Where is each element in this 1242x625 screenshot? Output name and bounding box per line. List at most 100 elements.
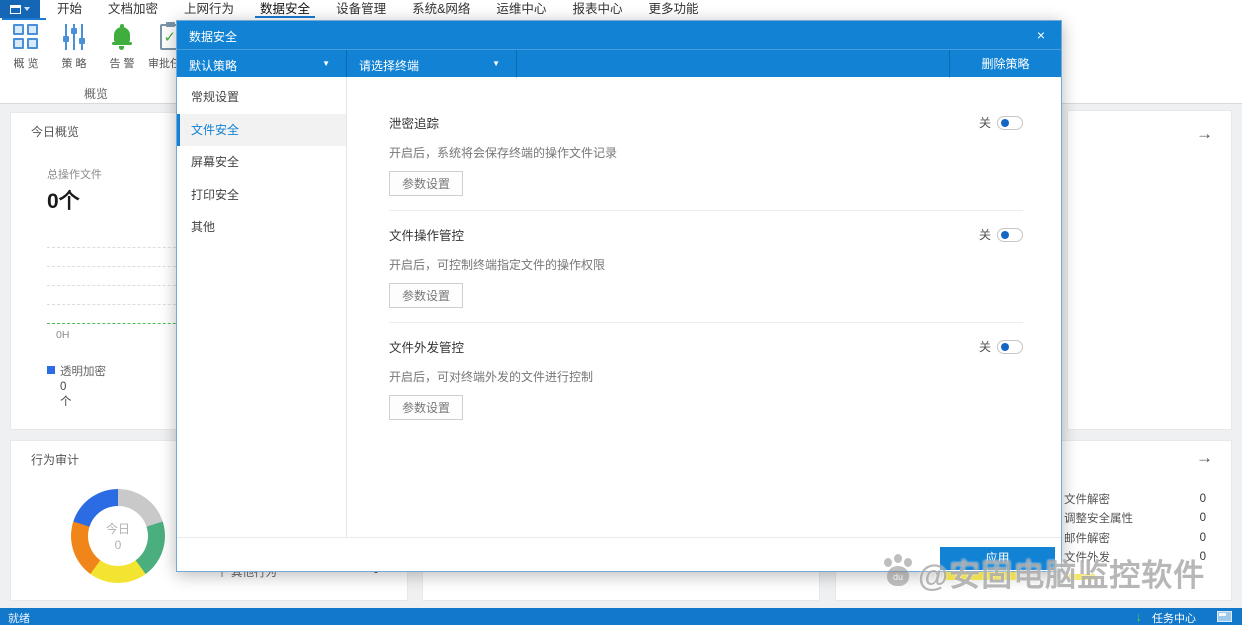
tool-label: 概 览	[13, 55, 38, 71]
close-icon[interactable]: ×	[1029, 24, 1053, 46]
arrow-right-icon[interactable]: →	[1196, 449, 1213, 466]
menu-item-web-behavior[interactable]: 上网行为	[171, 0, 247, 18]
toggle-knob	[1001, 343, 1009, 351]
right-top-card: →	[1067, 110, 1232, 430]
section-title: 文件操作管控	[389, 225, 464, 244]
apply-button[interactable]: 应用	[940, 547, 1055, 570]
chevron-down-icon	[24, 7, 30, 11]
status-bar: 就绪 ↓ 任务中心	[0, 608, 1242, 625]
tool-alert[interactable]: 告 警	[98, 22, 146, 71]
stat-value: 0	[1200, 493, 1206, 505]
section-description: 开启后，可控制终端指定文件的操作权限	[389, 256, 1023, 273]
stat-row: 文件外发 0	[1064, 548, 1206, 568]
donut-center: 今日 0	[88, 506, 148, 566]
stat-label: 文件外发	[1064, 549, 1110, 565]
tool-label: 策 略	[61, 55, 86, 71]
x-axis-label: 0H	[56, 329, 69, 341]
legend-swatch	[47, 366, 55, 374]
sidebar-item-print-security[interactable]: 打印安全	[177, 179, 346, 212]
param-settings-button[interactable]: 参数设置	[389, 171, 463, 196]
toggle-knob	[1001, 119, 1009, 127]
toggle-switch[interactable]	[997, 116, 1023, 130]
stats-list: 文件解密 0 调整安全属性 0 邮件解密 0 文件外发 0	[1064, 489, 1206, 567]
toggle-switch[interactable]	[997, 340, 1023, 354]
stat-row: 邮件解密 0	[1064, 528, 1206, 548]
menu-item-start[interactable]: 开始	[44, 0, 95, 18]
sidebar-item-file-security[interactable]: 文件安全	[177, 114, 346, 147]
dropdown-value: 默认策略	[189, 57, 237, 74]
section-title: 泄密追踪	[389, 113, 439, 132]
section-description: 开启后，可对终端外发的文件进行控制	[389, 368, 1023, 385]
sliders-icon	[62, 24, 86, 50]
param-settings-button[interactable]: 参数设置	[389, 395, 463, 420]
policy-dropdown[interactable]: 默认策略 ▼	[177, 50, 347, 78]
app-menu-button[interactable]	[0, 0, 40, 18]
file-outgoing-toggle[interactable]: 关	[979, 338, 1023, 355]
sidebar-item-general[interactable]: 常规设置	[177, 81, 346, 114]
stat-row: 文件解密 0	[1064, 489, 1206, 509]
menu-bar: 开始 文档加密 上网行为 数据安全 设备管理 系统&网络 运维中心 报表中心 更…	[0, 0, 1242, 18]
leak-tracking-toggle[interactable]: 关	[979, 114, 1023, 131]
task-center-button[interactable]: 任务中心	[1152, 610, 1196, 625]
dialog-sidebar: 常规设置 文件安全 屏幕安全 打印安全 其他	[177, 77, 347, 537]
param-settings-button[interactable]: 参数设置	[389, 283, 463, 308]
behavior-donut: 今日 0	[71, 489, 165, 583]
card-title: 今日概览	[31, 123, 79, 140]
ribbon-group-label: 概览	[0, 85, 192, 102]
stat-label: 邮件解密	[1064, 530, 1110, 546]
menu-item-ops-center[interactable]: 运维中心	[483, 0, 559, 18]
menu-item-device-mgmt[interactable]: 设备管理	[323, 0, 399, 18]
dropdown-value: 请选择终端	[359, 57, 419, 74]
delete-policy-button[interactable]: 删除策略	[949, 50, 1061, 78]
stat-label: 文件解密	[1064, 491, 1110, 507]
menu-items: 开始 文档加密 上网行为 数据安全 设备管理 系统&网络 运维中心 报表中心 更…	[44, 0, 711, 18]
menu-item-system-network[interactable]: 系统&网络	[399, 0, 483, 18]
dialog-body: 常规设置 文件安全 屏幕安全 打印安全 其他 泄密追踪 关 开启后，系统将会保存…	[177, 77, 1061, 537]
section-description: 开启后，系统将会保存终端的操作文件记录	[389, 144, 1023, 161]
toggle-state-label: 关	[979, 338, 991, 355]
dialog-titlebar: 数据安全 ×	[177, 21, 1061, 49]
terminal-dropdown[interactable]: 请选择终端 ▼	[347, 50, 517, 78]
menu-item-more-features[interactable]: 更多功能	[635, 0, 711, 18]
monitor-icon[interactable]	[1217, 611, 1232, 622]
chevron-down-icon: ▼	[322, 59, 330, 68]
toggle-switch[interactable]	[997, 228, 1023, 242]
dialog-title: 数据安全	[189, 28, 237, 45]
section-title: 文件外发管控	[389, 337, 464, 356]
app-window-icon	[10, 5, 21, 14]
metric-label: 总操作文件	[47, 166, 102, 182]
donut-center-value: 0	[115, 538, 122, 552]
stat-row: 调整安全属性 0	[1064, 509, 1206, 529]
section-leak-tracking: 泄密追踪 关 开启后，系统将会保存终端的操作文件记录 参数设置	[389, 99, 1023, 211]
toggle-state-label: 关	[979, 226, 991, 243]
stat-value: 0	[1200, 551, 1206, 563]
bell-icon	[111, 24, 133, 50]
download-arrow-icon: ↓	[1136, 609, 1143, 624]
data-security-dialog: 数据安全 × 默认策略 ▼ 请选择终端 ▼ 删除策略 常规设置 文件安全 屏幕安…	[176, 20, 1062, 572]
dialog-filterbar: 默认策略 ▼ 请选择终端 ▼ 删除策略	[177, 49, 1061, 77]
file-operation-toggle[interactable]: 关	[979, 226, 1023, 243]
tool-label: 告 警	[109, 55, 134, 71]
arrow-right-icon[interactable]: →	[1196, 125, 1213, 142]
dialog-content: 泄密追踪 关 开启后，系统将会保存终端的操作文件记录 参数设置 文件操作管控 关	[347, 77, 1063, 537]
chevron-down-icon: ▼	[492, 59, 500, 68]
menu-item-doc-encrypt[interactable]: 文档加密	[95, 0, 171, 18]
toggle-knob	[1001, 231, 1009, 239]
tool-policy[interactable]: 策 略	[50, 22, 98, 71]
donut-center-label: 今日	[106, 520, 130, 537]
sidebar-item-screen-security[interactable]: 屏幕安全	[177, 146, 346, 179]
legend-value: 0个	[60, 381, 72, 409]
legend-label: 透明加密	[60, 363, 106, 379]
card-title: 行为审计	[31, 451, 79, 468]
section-file-operation: 文件操作管控 关 开启后，可控制终端指定文件的操作权限 参数设置	[389, 211, 1023, 323]
section-file-outgoing: 文件外发管控 关 开启后，可对终端外发的文件进行控制 参数设置	[389, 323, 1023, 434]
sidebar-item-other[interactable]: 其他	[177, 211, 346, 244]
stat-value: 0	[1200, 532, 1206, 544]
stat-label: 调整安全属性	[1064, 510, 1133, 526]
tool-overview[interactable]: 概 览	[2, 22, 50, 71]
menu-item-data-security[interactable]: 数据安全	[247, 0, 323, 18]
active-tool-indicator	[2, 18, 46, 20]
menu-item-report-center[interactable]: 报表中心	[559, 0, 635, 18]
application-window: 开始 文档加密 上网行为 数据安全 设备管理 系统&网络 运维中心 报表中心 更…	[0, 0, 1242, 625]
stat-value: 0	[1200, 512, 1206, 524]
